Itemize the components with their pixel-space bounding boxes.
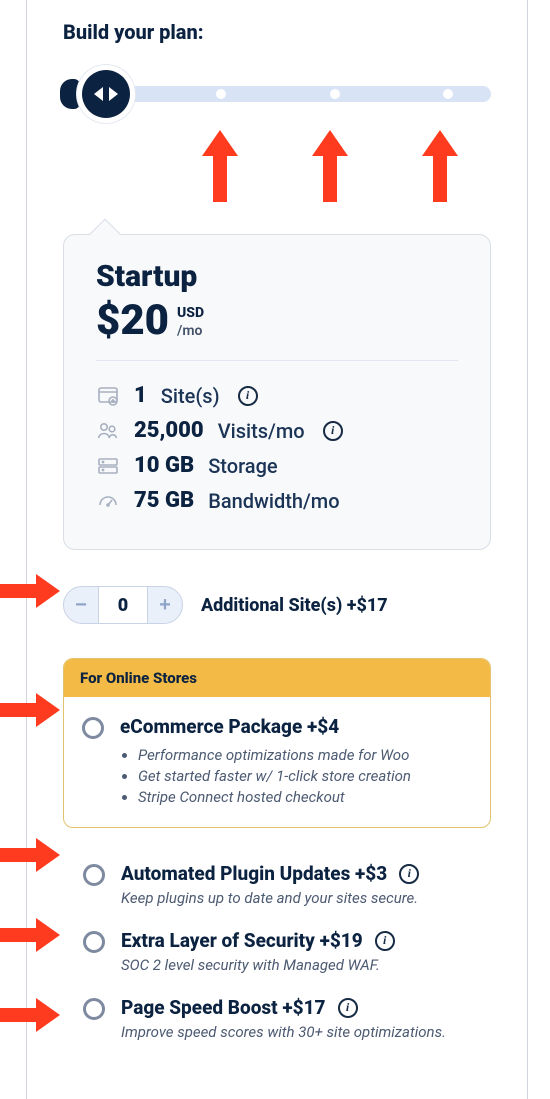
plan-price: $20 — [96, 300, 169, 342]
addon-title: Automated Plugin Updates +$3 i — [121, 862, 419, 885]
info-icon[interactable]: i — [375, 931, 395, 951]
plan-feature-value: 1 — [134, 383, 147, 408]
slider-tick[interactable] — [443, 89, 453, 99]
slider-track-endcap — [60, 79, 80, 109]
ecommerce-bullet: Get started faster w/ 1-click store crea… — [138, 767, 411, 785]
plan-name: Startup — [96, 259, 458, 294]
ecommerce-bullet: Stripe Connect hosted checkout — [138, 788, 411, 806]
plan-feature-label: Bandwidth/mo — [208, 489, 339, 513]
plan-feature-value: 25,000 — [134, 418, 204, 443]
addon-description: SOC 2 level security with Managed WAF. — [121, 956, 395, 974]
plan-feature-label: Site(s) — [161, 384, 220, 408]
qty-increment-button[interactable]: + — [148, 587, 182, 623]
site-add-icon — [96, 384, 120, 408]
info-icon[interactable]: i — [238, 386, 258, 406]
plan-feature-row: 25,000 Visits/mo i — [96, 418, 458, 443]
plan-feature-row: 1 Site(s) i — [96, 383, 458, 408]
slider-tick[interactable] — [330, 89, 340, 99]
plan-feature-value: 75 GB — [134, 488, 194, 513]
plan-feature-label: Visits/mo — [218, 419, 305, 443]
chevron-left-icon — [94, 87, 103, 101]
qty-decrement-button[interactable]: − — [64, 587, 98, 623]
slider-thumb[interactable] — [82, 70, 130, 118]
plan-tier-slider[interactable] — [63, 74, 491, 114]
addon-row: Automated Plugin Updates +$3 i Keep plugi… — [63, 858, 491, 925]
addon-description: Keep plugins up to date and your sites s… — [121, 889, 419, 907]
addon-row: Extra Layer of Security +$19 i SOC 2 leve… — [63, 925, 491, 992]
users-icon — [96, 419, 120, 443]
ecommerce-addon-card: For Online Stores eCommerce Package +$4 … — [63, 658, 491, 828]
plan-divider — [96, 360, 458, 361]
bandwidth-icon — [96, 489, 120, 513]
additional-sites-label: Additional Site(s) +$17 — [201, 595, 388, 616]
addon-row: Page Speed Boost +$17 i Improve speed sco… — [63, 992, 491, 1059]
addon-description: Improve speed scores with 30+ site optim… — [121, 1023, 446, 1041]
plan-period: /mo — [177, 322, 204, 340]
addon-radio[interactable] — [83, 864, 105, 886]
addon-title: Page Speed Boost +$17 i — [121, 996, 446, 1019]
info-icon[interactable]: i — [399, 864, 419, 884]
chevron-right-icon — [109, 87, 118, 101]
addon-radio[interactable] — [83, 931, 105, 953]
addon-title: Extra Layer of Security +$19 i — [121, 929, 395, 952]
plan-feature-row: 10 GB Storage — [96, 453, 458, 478]
card-caret — [89, 218, 120, 249]
plan-feature-value: 10 GB — [134, 453, 194, 478]
plan-currency: USD — [177, 304, 204, 322]
ecommerce-addon-title: eCommerce Package +$4 — [120, 715, 411, 738]
plan-feature-row: 75 GB Bandwidth/mo — [96, 488, 458, 513]
ecommerce-card-header: For Online Stores — [64, 659, 490, 697]
qty-value: 0 — [98, 587, 148, 623]
ecommerce-bullet: Performance optimizations made for Woo — [138, 746, 411, 764]
ecommerce-addon-bullets: Performance optimizations made for Woo Ge… — [138, 746, 411, 806]
plan-summary-card: Startup $20 USD /mo 1 Site(s) i 25,000 Visit… — [63, 234, 491, 550]
build-plan-heading: Build your plan: — [63, 20, 491, 44]
storage-icon — [96, 454, 120, 478]
slider-tick[interactable] — [216, 89, 226, 99]
additional-sites-stepper[interactable]: − 0 + — [63, 586, 183, 624]
info-icon[interactable]: i — [323, 421, 343, 441]
addon-radio[interactable] — [83, 998, 105, 1020]
ecommerce-addon-radio[interactable] — [82, 717, 104, 739]
info-icon[interactable]: i — [338, 998, 358, 1018]
plan-feature-label: Storage — [208, 454, 277, 478]
